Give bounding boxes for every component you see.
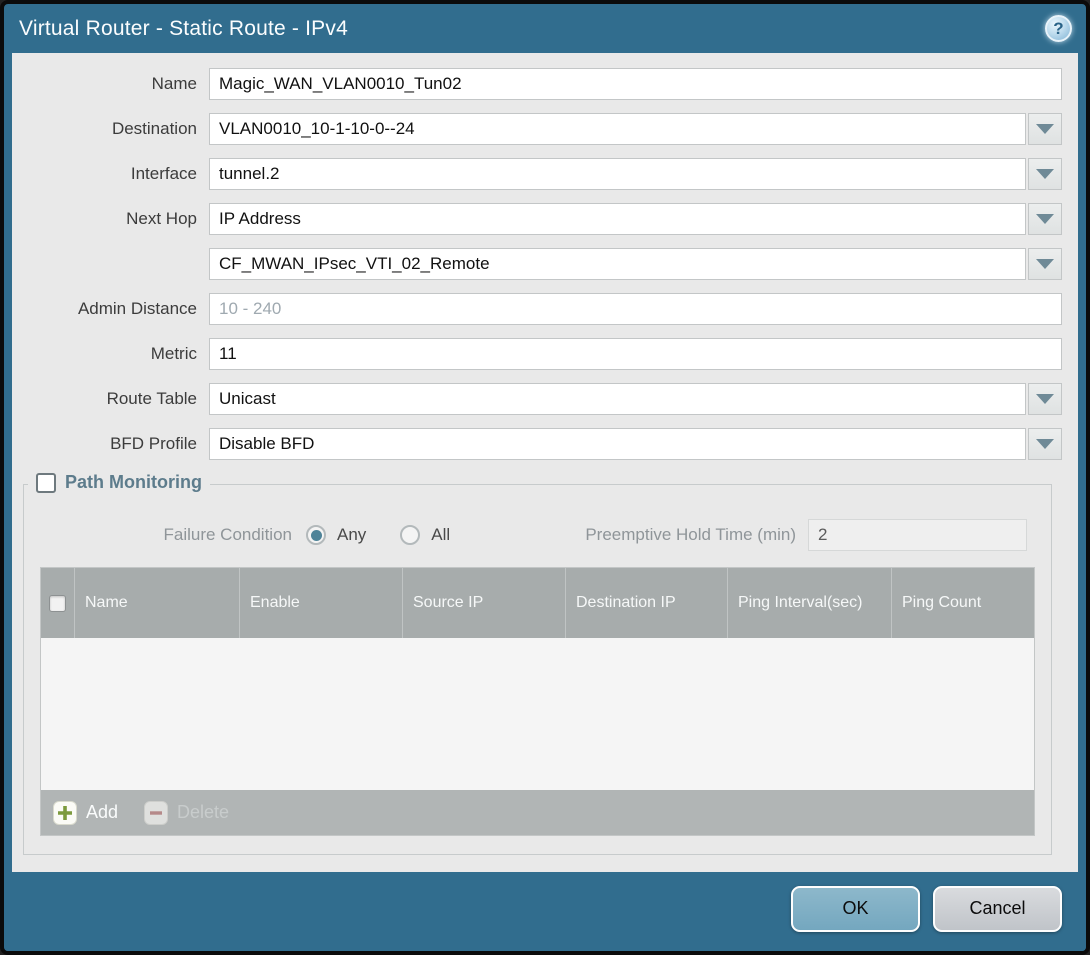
add-button-label: Add: [86, 802, 118, 823]
metric-input[interactable]: [209, 338, 1062, 370]
route-table-dropdown-button[interactable]: [1028, 383, 1062, 415]
help-icon[interactable]: ?: [1045, 15, 1072, 42]
titlebar: Virtual Router - Static Route - IPv4 ?: [4, 4, 1086, 53]
chevron-down-icon: [1036, 214, 1054, 224]
static-route-dialog: Virtual Router - Static Route - IPv4 ? N…: [0, 0, 1090, 955]
bfd-profile-input[interactable]: [209, 428, 1026, 460]
path-monitoring-legend: Path Monitoring: [28, 472, 210, 493]
chevron-down-icon: [1036, 394, 1054, 404]
form-row-name: Name: [12, 68, 1062, 100]
failure-condition-label: Failure Condition: [24, 525, 306, 545]
form-row-route-table: Route Table: [12, 383, 1062, 415]
next-hop-address-dropdown-button[interactable]: [1028, 248, 1062, 280]
interface-label: Interface: [12, 164, 209, 184]
chevron-down-icon: [1036, 439, 1054, 449]
name-input[interactable]: [209, 68, 1062, 100]
next-hop-type-input[interactable]: [209, 203, 1026, 235]
dialog-title: Virtual Router - Static Route - IPv4: [19, 17, 348, 41]
form-row-bfd-profile: BFD Profile: [12, 428, 1062, 460]
preemptive-hold-time-label: Preemptive Hold Time (min): [585, 525, 808, 545]
admin-distance-label: Admin Distance: [12, 299, 209, 319]
dialog-footer: OK Cancel: [4, 872, 1086, 951]
failure-condition-row: Failure Condition Any All Preemptive Hol…: [24, 519, 1051, 551]
delete-button[interactable]: Delete: [144, 801, 229, 825]
name-label: Name: [12, 74, 209, 94]
next-hop-address-input[interactable]: [209, 248, 1026, 280]
radio-option-all[interactable]: All: [400, 525, 450, 545]
table-toolbar: Add Delete: [41, 790, 1034, 835]
column-header-destination-ip[interactable]: Destination IP: [566, 568, 728, 638]
chevron-down-icon: [1036, 259, 1054, 269]
form-row-next-hop-address: [12, 248, 1062, 280]
destination-label: Destination: [12, 119, 209, 139]
delete-button-label: Delete: [177, 802, 229, 823]
radio-all-icon: [400, 525, 420, 545]
ok-button[interactable]: OK: [791, 886, 920, 932]
path-monitoring-title: Path Monitoring: [65, 472, 202, 493]
bfd-profile-label: BFD Profile: [12, 434, 209, 454]
interface-dropdown-button[interactable]: [1028, 158, 1062, 190]
cancel-button[interactable]: Cancel: [933, 886, 1062, 932]
column-header-ping-interval[interactable]: Ping Interval(sec): [728, 568, 892, 638]
table-header-row: Name Enable Source IP Destination IP Pin…: [41, 568, 1034, 638]
admin-distance-input[interactable]: [209, 293, 1062, 325]
next-hop-type-dropdown-button[interactable]: [1028, 203, 1062, 235]
plus-icon: [53, 801, 77, 825]
radio-any-icon: [306, 525, 326, 545]
next-hop-label: Next Hop: [12, 209, 209, 229]
radio-option-any[interactable]: Any: [306, 525, 366, 545]
form-row-admin-distance: Admin Distance: [12, 293, 1062, 325]
minus-icon: [144, 801, 168, 825]
failure-condition-options: Any All: [306, 525, 450, 545]
column-header-enable[interactable]: Enable: [240, 568, 403, 638]
column-header-ping-count[interactable]: Ping Count: [892, 568, 1034, 638]
column-header-name[interactable]: Name: [75, 568, 240, 638]
dialog-body: Name Destination Interface Next Hop: [12, 53, 1078, 872]
bfd-profile-dropdown-button[interactable]: [1028, 428, 1062, 460]
destination-dropdown-button[interactable]: [1028, 113, 1062, 145]
preemptive-hold-time-input[interactable]: [808, 519, 1027, 551]
radio-all-label: All: [431, 525, 450, 545]
radio-any-label: Any: [337, 525, 366, 545]
interface-input[interactable]: [209, 158, 1026, 190]
destination-input[interactable]: [209, 113, 1026, 145]
route-table-input[interactable]: [209, 383, 1026, 415]
route-table-label: Route Table: [12, 389, 209, 409]
metric-label: Metric: [12, 344, 209, 364]
form-row-destination: Destination: [12, 113, 1062, 145]
select-all-checkbox[interactable]: [49, 595, 66, 612]
form-row-interface: Interface: [12, 158, 1062, 190]
path-monitoring-section: Path Monitoring Failure Condition Any Al…: [23, 484, 1052, 855]
form-row-metric: Metric: [12, 338, 1062, 370]
add-button[interactable]: Add: [53, 801, 118, 825]
chevron-down-icon: [1036, 169, 1054, 179]
column-header-source-ip[interactable]: Source IP: [403, 568, 566, 638]
table-body-empty: [41, 638, 1034, 790]
path-monitoring-checkbox[interactable]: [36, 473, 56, 493]
form-row-next-hop: Next Hop: [12, 203, 1062, 235]
chevron-down-icon: [1036, 124, 1054, 134]
path-monitoring-table: Name Enable Source IP Destination IP Pin…: [40, 567, 1035, 836]
